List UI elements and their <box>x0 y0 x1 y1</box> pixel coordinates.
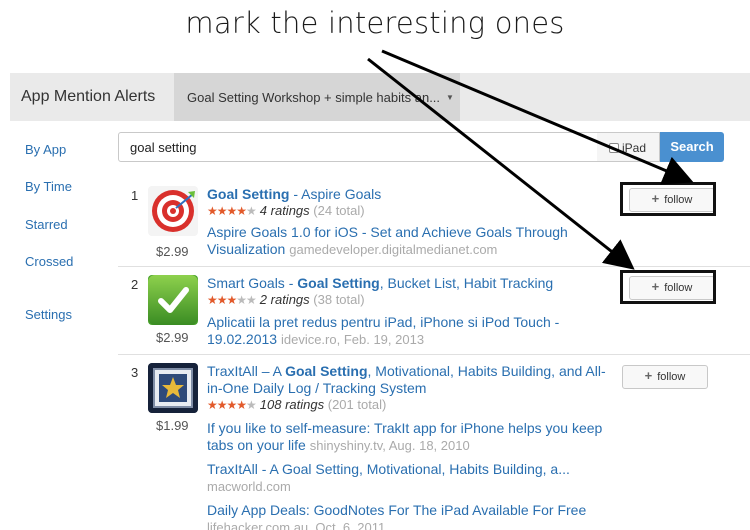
annotation-text: mark the interesting ones <box>185 6 565 40</box>
mention-source: idevice.ro, Feb. 19, 2013 <box>280 332 425 347</box>
mention-source: macworld.com <box>207 479 291 494</box>
title-rest: - Aspire Goals <box>289 186 382 202</box>
ratings-total: (201 total) <box>327 397 387 412</box>
mention-link[interactable]: Daily App Deals: GoodNotes For The iPad … <box>207 502 607 530</box>
app-price: $1.99 <box>156 418 189 433</box>
title-rest: , Bucket List, Habit Tracking <box>379 275 554 291</box>
ipad-label: iPad <box>622 141 647 155</box>
top-bar: App Mention Alerts Goal Setting Workshop… <box>10 73 750 121</box>
mention-link[interactable]: Aplicatii la pret redus pentru iPad, iPh… <box>207 314 607 348</box>
ratings-count: 2 ratings <box>259 292 310 307</box>
search-input[interactable]: goal setting <box>118 132 598 162</box>
sidebar-item-by-app[interactable]: By App <box>25 142 66 157</box>
mention-text: Daily App Deals: GoodNotes For The iPad … <box>207 502 587 518</box>
title-prefix: TraxItAll – A <box>207 363 286 379</box>
mention-link[interactable]: If you like to self-measure: TrakIt app … <box>207 420 607 454</box>
mention-source: lifehacker.com.au, Oct. 6, 2011 <box>207 520 386 530</box>
app-title: App Mention Alerts <box>21 88 156 105</box>
rating-line: ★★★★★ 2 ratings (38 total) <box>207 292 607 308</box>
mention-source: shinyshiny.tv, Aug. 18, 2010 <box>309 438 470 453</box>
workshop-dropdown[interactable]: Goal Setting Workshop + simple habits an… <box>174 73 460 121</box>
title-highlight: Goal Setting <box>207 186 290 202</box>
highlight-box <box>620 182 716 216</box>
star-rating-icon: ★★★★★ <box>207 293 257 307</box>
target-icon[interactable] <box>148 186 198 236</box>
ipad-filter[interactable]: iPad <box>597 132 660 162</box>
follow-button[interactable]: + follow <box>622 365 708 389</box>
mention-text: TraxItAll - A Goal Setting, Motivational… <box>207 461 570 477</box>
follow-label: follow <box>657 371 686 383</box>
result-rank: 3 <box>131 365 139 380</box>
sidebar: By App By Time Starred Crossed Settings <box>10 121 110 530</box>
app-title-link[interactable]: Smart Goals - Goal Setting, Bucket List,… <box>207 275 607 292</box>
title-prefix: Smart Goals - <box>207 275 298 291</box>
app-title-link[interactable]: Goal Setting - Aspire Goals <box>207 186 607 203</box>
result-row: 3 $1.99 TraxItAll – A Goal Setting, Moti… <box>118 354 750 530</box>
rating-line: ★★★★★ 4 ratings (24 total) <box>207 203 607 219</box>
title-highlight: Goal Setting <box>285 363 368 379</box>
sidebar-item-crossed[interactable]: Crossed <box>25 254 73 269</box>
rating-line: ★★★★★ 108 ratings (201 total) <box>207 397 607 413</box>
ratings-count: 4 ratings <box>259 203 310 218</box>
search-button[interactable]: Search <box>660 132 724 162</box>
sidebar-item-settings[interactable]: Settings <box>25 307 72 322</box>
ratings-total: (24 total) <box>313 203 365 218</box>
result-rank: 1 <box>131 188 139 203</box>
mention-link[interactable]: Aspire Goals 1.0 for iOS - Set and Achie… <box>207 224 607 258</box>
result-rank: 2 <box>131 277 139 292</box>
app-price: $2.99 <box>156 330 189 345</box>
ratings-count: 108 ratings <box>259 397 325 412</box>
star-rating-icon: ★★★★★ <box>207 398 257 412</box>
app-title-link[interactable]: TraxItAll – A Goal Setting, Motivational… <box>207 363 607 397</box>
mention-link[interactable]: TraxItAll - A Goal Setting, Motivational… <box>207 461 607 495</box>
checkmark-icon[interactable] <box>148 275 198 325</box>
result-content: Goal Setting - Aspire Goals ★★★★★ 4 ratin… <box>207 186 607 258</box>
highlight-box <box>620 270 716 304</box>
star-rating-icon: ★★★★★ <box>207 204 257 218</box>
title-highlight: Goal Setting <box>297 275 380 291</box>
star-frame-icon[interactable] <box>148 363 198 413</box>
result-content: Smart Goals - Goal Setting, Bucket List,… <box>207 275 607 348</box>
caret-down-icon: ▼ <box>446 93 454 102</box>
ipad-checkbox[interactable] <box>609 143 619 153</box>
ratings-total: (38 total) <box>313 292 365 307</box>
result-content: TraxItAll – A Goal Setting, Motivational… <box>207 363 607 530</box>
sidebar-item-starred[interactable]: Starred <box>25 217 68 232</box>
plus-icon: + <box>644 368 653 383</box>
app-price: $2.99 <box>156 244 189 259</box>
workshop-dropdown-label: Goal Setting Workshop + simple habits an… <box>187 90 441 105</box>
mention-source: gamedeveloper.digitalmedianet.com <box>289 242 498 257</box>
sidebar-item-by-time[interactable]: By Time <box>25 179 72 194</box>
